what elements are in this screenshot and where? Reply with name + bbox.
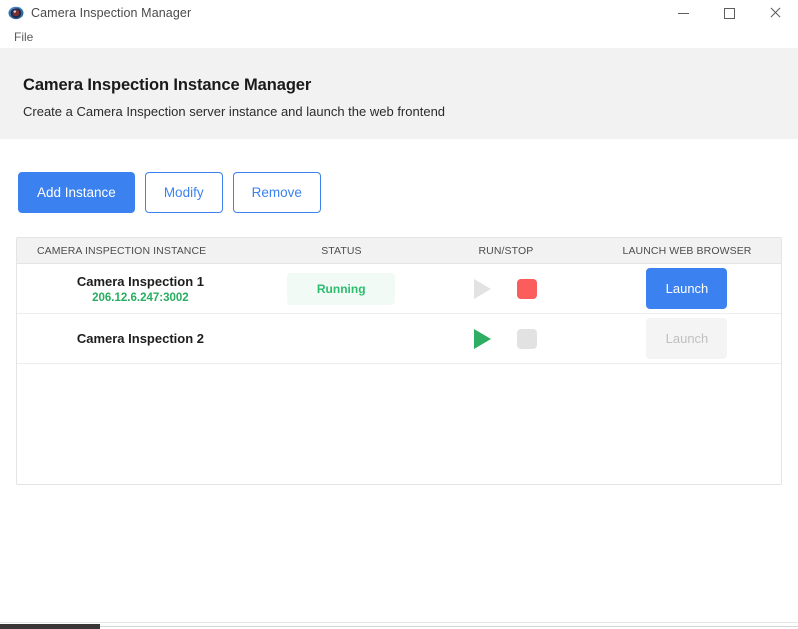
main-content: Add Instance Modify Remove CAMERA INSPEC…	[0, 139, 798, 629]
instance-name: Camera Inspection 2	[76, 331, 204, 346]
maximize-icon	[723, 7, 735, 19]
status-cell	[264, 314, 419, 363]
add-instance-button[interactable]: Add Instance	[18, 172, 135, 213]
maximize-button[interactable]	[706, 0, 752, 26]
menu-item-file[interactable]: File	[9, 28, 38, 46]
close-icon	[769, 7, 781, 19]
column-header-launch-web: LAUNCH WEB BROWSER	[622, 244, 752, 257]
stop-icon[interactable]	[517, 278, 538, 299]
status-badge: Running	[287, 272, 396, 305]
modify-button[interactable]: Modify	[144, 172, 223, 213]
close-button[interactable]	[752, 0, 798, 26]
column-header-run-stop: RUN/STOP	[478, 244, 534, 257]
run-stop-cell	[419, 314, 593, 363]
horizontal-scrollbar[interactable]	[0, 622, 798, 629]
instance-name-cell: Camera Inspection 2	[17, 314, 264, 363]
page-title: Camera Inspection Instance Manager	[23, 76, 312, 94]
column-header-instance: CAMERA INSPECTION INSTANCE	[37, 244, 207, 257]
menu-bar: File	[0, 26, 798, 48]
run-stop-cell	[419, 264, 593, 313]
minimize-icon	[677, 12, 689, 14]
scrollbar-thumb[interactable]	[0, 624, 100, 629]
stop-icon	[517, 328, 538, 349]
launch-cell: Launch	[593, 314, 781, 363]
launch-button[interactable]: Launch	[646, 268, 728, 309]
minimize-button[interactable]	[660, 0, 706, 26]
instance-address: 206.12.6.247:3002	[92, 291, 189, 304]
launch-button: Launch	[646, 318, 728, 359]
instances-table: CAMERA INSPECTION INSTANCE STATUS RUN/ST…	[16, 237, 782, 485]
status-cell: Running	[264, 264, 419, 313]
table-row[interactable]: Camera Inspection 1 206.12.6.247:3002 Ru…	[17, 264, 781, 314]
play-icon	[474, 278, 492, 299]
page-subtitle: Create a Camera Inspection server instan…	[23, 104, 446, 119]
application-window: Camera Inspection Manager File Camera In…	[0, 0, 798, 629]
play-icon[interactable]	[474, 328, 492, 349]
instance-name: Camera Inspection 1	[76, 273, 204, 289]
window-controls	[660, 0, 798, 26]
page-header: Camera Inspection Instance Manager Creat…	[0, 48, 798, 139]
launch-cell: Launch	[593, 264, 781, 313]
title-bar: Camera Inspection Manager	[0, 0, 798, 26]
table-row[interactable]: Camera Inspection 2 Launch	[17, 314, 781, 364]
camera-eye-icon	[8, 5, 24, 21]
window-title: Camera Inspection Manager	[31, 6, 192, 20]
table-header-row: CAMERA INSPECTION INSTANCE STATUS RUN/ST…	[17, 238, 781, 264]
scrollbar-track[interactable]	[100, 626, 798, 627]
action-toolbar: Add Instance Modify Remove	[16, 139, 782, 213]
instance-name-cell: Camera Inspection 1 206.12.6.247:3002	[17, 264, 264, 313]
column-header-status: STATUS	[321, 244, 362, 257]
remove-button[interactable]: Remove	[232, 172, 321, 213]
